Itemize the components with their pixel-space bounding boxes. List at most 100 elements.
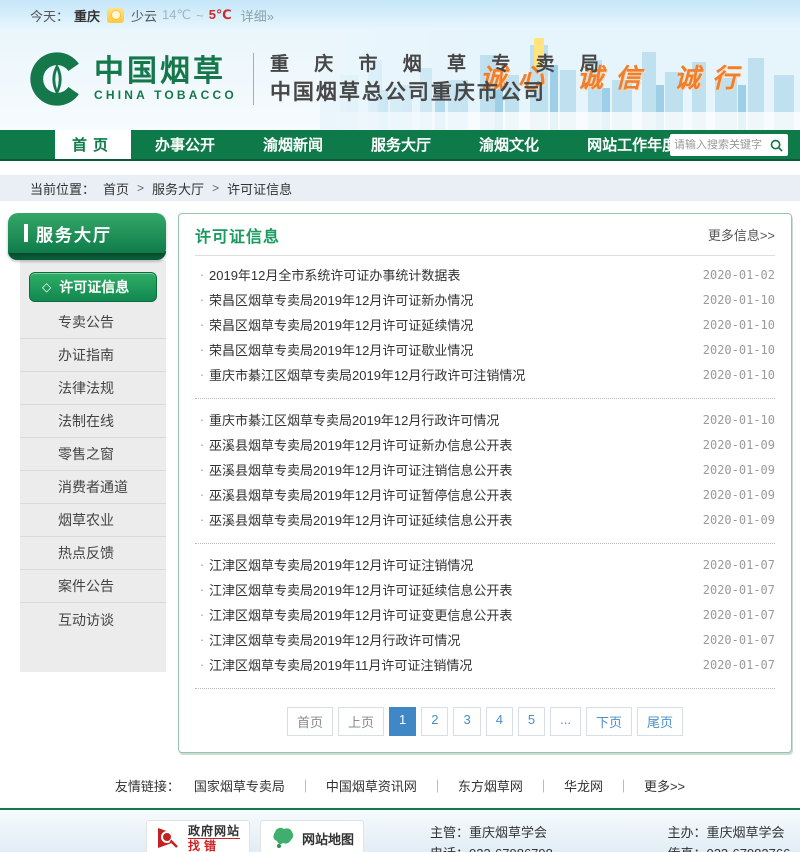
gov-badge-line2: 找错 bbox=[188, 838, 240, 852]
page-title: 许可证信息 bbox=[195, 223, 280, 247]
friend-link-eastern-tobacco[interactable]: 东方烟草网 bbox=[458, 776, 523, 795]
pagination-page-4[interactable]: 4 bbox=[486, 707, 513, 736]
site-map-label: 网站地图 bbox=[302, 829, 354, 848]
pagination-page-1[interactable]: 1 bbox=[389, 707, 416, 736]
bullet-icon: · bbox=[195, 317, 209, 332]
bullet-icon: · bbox=[195, 292, 209, 307]
sidebar-item-license-info[interactable]: ◇ 许可证信息 bbox=[29, 272, 157, 302]
nav-tab-news[interactable]: 渝烟新闻 bbox=[239, 130, 347, 159]
friend-link-tobacco-info[interactable]: 中国烟草资讯网 bbox=[326, 776, 417, 795]
sidebar-item-consumer-channel[interactable]: 消费者通道 bbox=[20, 471, 166, 504]
sidebar-item-interview[interactable]: 互动访谈 bbox=[20, 603, 166, 636]
sidebar-header-bar-icon bbox=[24, 224, 28, 242]
link-separator: ｜ bbox=[537, 776, 550, 795]
article-link[interactable]: 江津区烟草专卖局2019年12月行政许可情况 bbox=[209, 630, 703, 649]
article-link[interactable]: 荣昌区烟草专卖局2019年12月许可证延续情况 bbox=[209, 315, 703, 334]
article-link[interactable]: 荣昌区烟草专卖局2019年12月许可证新办情况 bbox=[209, 290, 703, 309]
search-icon bbox=[770, 139, 783, 152]
sidebar-item-hot-feedback[interactable]: 热点反馈 bbox=[20, 537, 166, 570]
article-date: 2020-01-10 bbox=[703, 293, 775, 307]
article-link[interactable]: 荣昌区烟草专卖局2019年12月许可证歇业情况 bbox=[209, 340, 703, 359]
pagination-last[interactable]: 尾页 bbox=[637, 707, 683, 736]
sidebar-item-retail-window[interactable]: 零售之窗 bbox=[20, 438, 166, 471]
weather-condition: 少云 bbox=[131, 6, 157, 25]
article-link[interactable]: 巫溪县烟草专卖局2019年12月许可证延续信息公开表 bbox=[209, 510, 703, 529]
brand-name-en: CHINA TOBACCO bbox=[94, 88, 237, 102]
bullet-icon: · bbox=[195, 557, 209, 572]
nav-tab-affairs[interactable]: 办事公开 bbox=[131, 130, 239, 159]
breadcrumb-home[interactable]: 首页 bbox=[103, 179, 129, 198]
sidebar-item-license-guide[interactable]: 办证指南 bbox=[20, 339, 166, 372]
china-tobacco-logo-icon bbox=[28, 50, 86, 108]
article-link[interactable]: 江津区烟草专卖局2019年12月许可证变更信息公开表 bbox=[209, 605, 703, 624]
article-link[interactable]: 巫溪县烟草专卖局2019年12月许可证注销信息公开表 bbox=[209, 460, 703, 479]
pagination-page-3[interactable]: 3 bbox=[453, 707, 480, 736]
article-link[interactable]: 2019年12月全市系统许可证办事统计数据表 bbox=[209, 265, 703, 284]
nav-tab-home[interactable]: 首页 bbox=[55, 130, 131, 159]
spacer bbox=[0, 161, 800, 175]
article-link[interactable]: 重庆市綦江区烟草专卖局2019年12月行政许可情况 bbox=[209, 410, 703, 429]
article-date: 2020-01-07 bbox=[703, 633, 775, 647]
search-input[interactable] bbox=[670, 139, 766, 151]
bullet-icon: · bbox=[195, 412, 209, 427]
bullet-icon: · bbox=[195, 267, 209, 282]
list-item: ·江津区烟草专卖局2019年12月许可证注销情况2020-01-07 bbox=[195, 552, 775, 577]
article-link[interactable]: 江津区烟草专卖局2019年12月许可证延续信息公开表 bbox=[209, 580, 703, 599]
breadcrumb-label: 当前位置： bbox=[30, 179, 95, 198]
bullet-icon: · bbox=[195, 512, 209, 527]
pagination-first[interactable]: 首页 bbox=[287, 707, 333, 736]
list-item: ·巫溪县烟草专卖局2019年12月许可证注销信息公开表2020-01-09 bbox=[195, 457, 775, 482]
brand-name-cn: 中国烟草 bbox=[94, 56, 237, 88]
article-link[interactable]: 江津区烟草专卖局2019年11月许可证注销情况 bbox=[209, 655, 703, 674]
list-item: ·江津区烟草专卖局2019年12月许可证变更信息公开表2020-01-07 bbox=[195, 602, 775, 627]
breadcrumb-separator: > bbox=[137, 181, 144, 195]
article-link[interactable]: 江津区烟草专卖局2019年12月许可证注销情况 bbox=[209, 555, 703, 574]
main-panel-header: 许可证信息 更多信息>> bbox=[195, 214, 775, 256]
more-info-link[interactable]: 更多信息>> bbox=[708, 225, 775, 244]
article-list: ·2019年12月全市系统许可证办事统计数据表2020-01-02 ·荣昌区烟草… bbox=[195, 256, 775, 689]
weather-detail-link[interactable]: 详细» bbox=[241, 6, 274, 25]
breadcrumb-service-hall[interactable]: 服务大厅 bbox=[152, 179, 204, 198]
pagination-page-2[interactable]: 2 bbox=[421, 707, 448, 736]
article-date: 2020-01-07 bbox=[703, 658, 775, 672]
article-date: 2020-01-07 bbox=[703, 608, 775, 622]
gov-error-report-badge[interactable]: 政府网站 找错 bbox=[146, 820, 250, 852]
bullet-icon: · bbox=[195, 607, 209, 622]
pagination-prev[interactable]: 上页 bbox=[338, 707, 384, 736]
bullet-icon: · bbox=[195, 462, 209, 477]
article-date: 2020-01-09 bbox=[703, 438, 775, 452]
sidebar-item-case-notice[interactable]: 案件公告 bbox=[20, 570, 166, 603]
site-banner: 诚心 诚信 诚行 中国烟草 CHINA TOBACCO 重 庆 市 烟 草 专 … bbox=[0, 30, 800, 130]
group-divider bbox=[195, 532, 775, 544]
sidebar-item-tobacco-agriculture[interactable]: 烟草农业 bbox=[20, 504, 166, 537]
sidebar-item-laws[interactable]: 法律法规 bbox=[20, 372, 166, 405]
article-link[interactable]: 重庆市綦江区烟草专卖局2019年12月行政许可注销情况 bbox=[209, 365, 703, 384]
bullet-icon: · bbox=[195, 367, 209, 382]
friend-link-more[interactable]: 更多>> bbox=[644, 776, 685, 795]
error-report-magnifier-icon bbox=[156, 825, 182, 851]
pagination-page-5[interactable]: 5 bbox=[518, 707, 545, 736]
main-nav: 首页 办事公开 渝烟新闻 服务大厅 渝烟文化 网站工作年度报表 bbox=[0, 130, 800, 161]
org-name-line1: 重 庆 市 烟 草 专 卖 局 bbox=[270, 51, 609, 79]
nav-tab-service-hall[interactable]: 服务大厅 bbox=[347, 130, 455, 159]
list-item: ·江津区烟草专卖局2019年12月许可证延续信息公开表2020-01-07 bbox=[195, 577, 775, 602]
sidebar-item-monopoly-notice[interactable]: 专卖公告 bbox=[20, 306, 166, 339]
article-link[interactable]: 巫溪县烟草专卖局2019年12月许可证新办信息公开表 bbox=[209, 435, 703, 454]
nav-tab-culture[interactable]: 渝烟文化 bbox=[455, 130, 563, 159]
article-link[interactable]: 巫溪县烟草专卖局2019年12月许可证暂停信息公开表 bbox=[209, 485, 703, 504]
footer: 政府网站 找错 网站地图 谢绝18岁以下未成年人访问 吸烟有害健康，禁止未成年人… bbox=[0, 810, 800, 852]
weather-temp-high: 14℃ bbox=[162, 7, 191, 23]
sidebar-menu: ◇ 许可证信息 专卖公告 办证指南 法律法规 法制在线 零售之窗 消费者通道 烟… bbox=[20, 260, 166, 672]
friend-link-state-bureau[interactable]: 国家烟草专卖局 bbox=[194, 776, 285, 795]
friend-link-hualong[interactable]: 华龙网 bbox=[564, 776, 603, 795]
site-map-badge[interactable]: 网站地图 bbox=[260, 820, 364, 852]
bullet-icon: · bbox=[195, 437, 209, 452]
footer-supervisor: 主管：重庆烟草学会 bbox=[430, 822, 613, 843]
list-item: ·江津区烟草专卖局2019年11月许可证注销情况2020-01-07 bbox=[195, 652, 775, 677]
pagination-next[interactable]: 下页 bbox=[586, 707, 632, 736]
search-button[interactable] bbox=[766, 134, 786, 156]
sidebar-item-legal-online[interactable]: 法制在线 bbox=[20, 405, 166, 438]
breadcrumb-current[interactable]: 许可证信息 bbox=[227, 179, 292, 198]
article-date: 2020-01-09 bbox=[703, 463, 775, 477]
list-item: ·2019年12月全市系统许可证办事统计数据表2020-01-02 bbox=[195, 262, 775, 287]
